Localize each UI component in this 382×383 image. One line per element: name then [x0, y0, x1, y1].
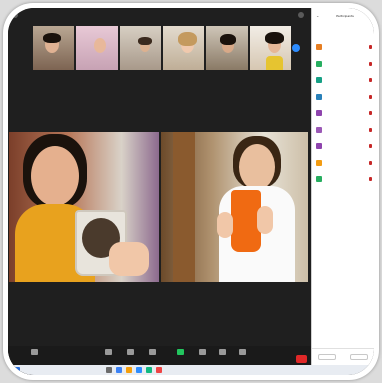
muted-mic-icon [369, 160, 372, 165]
security-icon [104, 349, 112, 355]
muted-mic-icon [369, 111, 372, 115]
avatar [316, 77, 322, 83]
avatar [316, 110, 322, 116]
participant-row[interactable] [316, 108, 372, 118]
panel-footer [312, 348, 374, 365]
participant-row[interactable] [316, 59, 372, 69]
mute-all-button[interactable] [350, 354, 368, 360]
folder-icon[interactable] [126, 367, 132, 373]
app-icon[interactable] [146, 367, 152, 373]
avatar [316, 159, 322, 166]
zoom-icon[interactable] [136, 367, 142, 373]
meeting-area [8, 8, 311, 375]
participants-icon [126, 349, 134, 355]
video-tile[interactable] [9, 132, 159, 282]
mute-icon [30, 349, 38, 355]
end-meeting-button[interactable] [296, 355, 307, 363]
muted-mic-icon [369, 45, 372, 49]
participant-row[interactable] [316, 158, 372, 168]
view-icon[interactable] [298, 12, 304, 18]
muted-mic-icon [369, 61, 372, 66]
avatar [316, 93, 322, 100]
muted-mic-icon [369, 144, 372, 148]
taskbar [8, 365, 374, 375]
muted-mic-icon [369, 94, 372, 99]
participant-row[interactable] [316, 174, 372, 184]
participant-row[interactable] [316, 75, 372, 85]
app-icon[interactable] [156, 367, 162, 373]
share-screen-icon [176, 349, 184, 355]
video-thumbnail[interactable] [249, 26, 291, 70]
reactions-icon [238, 349, 246, 355]
top-bar [8, 8, 311, 24]
search-icon[interactable] [106, 367, 112, 373]
panel-title: Participants [336, 14, 354, 18]
video-thumbnail[interactable] [206, 26, 248, 70]
participant-row[interactable] [316, 92, 372, 102]
avatar [316, 44, 322, 50]
breakout-rooms-icon [218, 349, 226, 355]
video-thumbnail[interactable] [119, 26, 161, 70]
participant-row[interactable] [316, 125, 372, 135]
muted-mic-icon [369, 127, 372, 132]
participants-panel: ⌄ Participants [311, 8, 374, 365]
avatar [316, 176, 322, 182]
start-icon[interactable] [14, 367, 20, 373]
browser-icon[interactable] [116, 367, 122, 373]
photo-frame: ⌄ Participants [3, 3, 379, 380]
video-thumbnail-strip [33, 26, 291, 70]
video-tile[interactable] [161, 132, 308, 282]
record-icon [198, 349, 206, 355]
muted-mic-icon [369, 78, 372, 82]
collapse-icon[interactable]: ⌄ [316, 13, 319, 18]
chat-icon [148, 349, 156, 355]
zoom-window: ⌄ Participants [8, 8, 374, 375]
participant-row[interactable] [316, 141, 372, 151]
avatar [316, 143, 322, 149]
video-thumbnail[interactable] [33, 26, 75, 70]
video-thumbnail[interactable] [76, 26, 118, 70]
avatar [316, 60, 322, 67]
next-page-icon[interactable] [292, 44, 300, 52]
avatar [316, 126, 322, 133]
participant-row[interactable] [316, 42, 372, 52]
invite-button[interactable] [318, 354, 336, 360]
muted-mic-icon [369, 177, 372, 181]
video-thumbnail[interactable] [162, 26, 205, 70]
shield-icon[interactable] [12, 12, 18, 18]
